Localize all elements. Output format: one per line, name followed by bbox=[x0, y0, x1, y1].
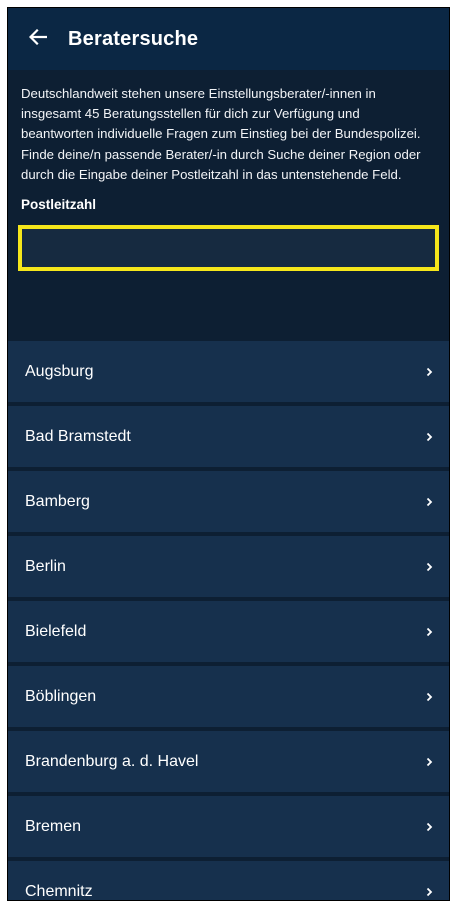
list-item-berlin[interactable]: Berlin bbox=[8, 536, 449, 597]
chevron-right-icon bbox=[424, 885, 434, 899]
list-item-bielefeld[interactable]: Bielefeld bbox=[8, 601, 449, 662]
chevron-right-icon bbox=[424, 430, 434, 444]
list-item-chemnitz[interactable]: Chemnitz bbox=[8, 861, 449, 900]
list-item-bamberg[interactable]: Bamberg bbox=[8, 471, 449, 532]
app-bar: Beratersuche bbox=[8, 8, 449, 70]
chevron-right-icon bbox=[424, 755, 434, 769]
chevron-right-icon bbox=[424, 820, 434, 834]
list-item-label: Berlin bbox=[25, 557, 66, 575]
location-list: Augsburg Bad Bramstedt Bamberg Berlin Bi… bbox=[8, 341, 449, 900]
list-item-augsburg[interactable]: Augsburg bbox=[8, 341, 449, 402]
app-screen: Beratersuche Deutschlandweit stehen unse… bbox=[7, 7, 450, 901]
list-item-label: Chemnitz bbox=[25, 882, 93, 900]
postleitzahl-label: Postleitzahl bbox=[21, 197, 97, 213]
list-item-label: Brandenburg a. d. Havel bbox=[25, 752, 199, 770]
chevron-right-icon bbox=[424, 560, 434, 574]
list-item-label: Bielefeld bbox=[25, 622, 87, 640]
list-item-label: Bad Bramstedt bbox=[25, 427, 131, 445]
list-item-label: Bamberg bbox=[25, 492, 90, 510]
list-item-bremen[interactable]: Bremen bbox=[8, 796, 449, 857]
list-item-label: Augsburg bbox=[25, 362, 94, 380]
list-item-brandenburg[interactable]: Brandenburg a. d. Havel bbox=[8, 731, 449, 792]
page-title: Beratersuche bbox=[68, 27, 199, 50]
postleitzahl-input[interactable] bbox=[22, 229, 435, 268]
chevron-right-icon bbox=[424, 690, 434, 704]
postleitzahl-field-highlight bbox=[18, 225, 439, 272]
list-item-bad-bramstedt[interactable]: Bad Bramstedt bbox=[8, 406, 449, 467]
chevron-right-icon bbox=[424, 495, 434, 509]
chevron-right-icon bbox=[424, 625, 434, 639]
arrow-left-icon bbox=[28, 28, 48, 50]
chevron-right-icon bbox=[424, 365, 434, 379]
intro-text: Deutschlandweit stehen unsere Einstellun… bbox=[21, 86, 421, 182]
list-item-label: Bremen bbox=[25, 817, 82, 835]
back-button[interactable] bbox=[8, 8, 68, 70]
list-item-label: Böblingen bbox=[25, 687, 97, 705]
list-item-boeblingen[interactable]: Böblingen bbox=[8, 666, 449, 727]
